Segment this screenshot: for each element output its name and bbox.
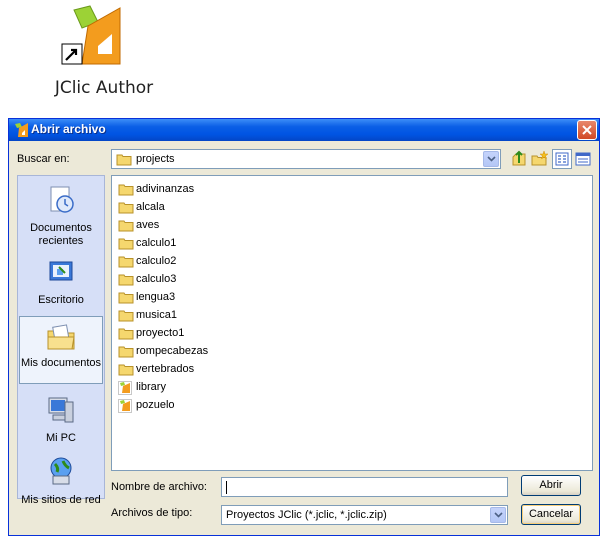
jclic-author-icon — [61, 5, 121, 65]
dropdown-arrow-button[interactable] — [483, 151, 499, 167]
folder-icon — [116, 154, 132, 166]
place-label: Mis documentos — [20, 357, 102, 369]
file-name: aves — [136, 219, 160, 231]
folder-icon — [118, 256, 134, 268]
folder-icon — [118, 274, 134, 286]
file-list[interactable]: adivinanzas alcala aves calculo1 calculo… — [111, 175, 593, 471]
file-type-label: Archivos de tipo: — [111, 507, 193, 519]
file-name: vertebrados — [136, 363, 195, 375]
look-in-label: Buscar en: — [17, 153, 70, 165]
folder-icon — [118, 364, 134, 376]
tools-button[interactable] — [573, 149, 593, 169]
title-bar[interactable]: Abrir archivo — [9, 119, 599, 141]
jclic-author-shortcut[interactable]: JClic Author — [34, 4, 174, 104]
file-type-value: Proyectos JClic (*.jclic, *.jclic.zip) — [226, 509, 387, 521]
text-caret — [226, 481, 227, 494]
up-folder-icon — [512, 150, 526, 166]
file-name: pozuelo — [136, 399, 175, 411]
open-button[interactable]: Abrir — [521, 475, 581, 496]
look-in-value: projects — [136, 153, 175, 165]
places-bar: Documentos recientes Escritorio Mis docu… — [17, 175, 105, 506]
open-file-dialog: Abrir archivo Buscar en: projects Docume… — [8, 118, 600, 536]
my-documents-icon — [47, 324, 75, 350]
desktop-icon — [49, 261, 73, 281]
place-recent-documents[interactable]: Documentos recientes — [19, 184, 103, 248]
dialog-title: Abrir archivo — [31, 122, 106, 136]
new-folder-icon — [531, 150, 549, 166]
folder-icon — [118, 184, 134, 196]
view-menu-button[interactable] — [552, 149, 572, 169]
network-places-icon — [50, 457, 72, 485]
close-button[interactable] — [577, 120, 597, 140]
file-name: proyecto1 — [136, 327, 185, 339]
cancel-button[interactable]: Cancelar — [521, 504, 581, 525]
chevron-down-icon — [487, 156, 496, 162]
folder-icon — [118, 346, 134, 358]
place-label: Escritorio — [38, 294, 84, 306]
chevron-down-icon — [494, 512, 503, 518]
place-network[interactable]: Mis sitios de red — [19, 456, 103, 507]
file-name-label: Nombre de archivo: — [111, 481, 207, 493]
file-name: alcala — [136, 201, 165, 213]
file-type-dropdown[interactable]: Proyectos JClic (*.jclic, *.jclic.zip) — [221, 505, 508, 525]
file-name: adivinanzas — [136, 183, 195, 195]
jclic-project-icon — [118, 399, 132, 413]
file-name: rompecabezas — [136, 345, 209, 357]
folder-icon — [118, 328, 134, 340]
place-label: Documentos recientes — [30, 222, 92, 247]
place-desktop[interactable]: Escritorio — [19, 256, 103, 307]
file-name: musica1 — [136, 309, 177, 321]
file-name: calculo1 — [136, 237, 177, 249]
folder-icon — [118, 238, 134, 250]
my-computer-icon — [48, 397, 74, 423]
details-view-icon — [575, 152, 591, 166]
jclic-project-icon — [118, 381, 132, 395]
file-name: library — [136, 381, 166, 393]
folder-icon — [118, 220, 134, 232]
folder-icon — [118, 292, 134, 304]
shortcut-label: JClic Author — [54, 78, 154, 98]
file-name: calculo3 — [136, 273, 177, 285]
place-label: Mi PC — [46, 432, 76, 444]
view-list-icon — [555, 152, 569, 166]
place-label: Mis sitios de red — [21, 494, 101, 506]
recent-documents-icon — [50, 186, 74, 213]
file-name: calculo2 — [136, 255, 177, 267]
folder-icon — [118, 202, 134, 214]
look-in-dropdown[interactable]: projects — [111, 149, 501, 169]
jclic-app-icon — [15, 123, 28, 137]
place-my-documents[interactable]: Mis documentos — [19, 316, 103, 384]
up-one-level-button[interactable] — [509, 149, 529, 169]
dropdown-arrow-button[interactable] — [490, 507, 506, 523]
file-name-input[interactable] — [221, 477, 508, 497]
file-name: lengua3 — [136, 291, 176, 303]
place-my-computer[interactable]: Mi PC — [19, 394, 103, 445]
folder-icon — [118, 310, 134, 322]
close-icon — [582, 125, 592, 135]
new-folder-button[interactable] — [530, 149, 550, 169]
